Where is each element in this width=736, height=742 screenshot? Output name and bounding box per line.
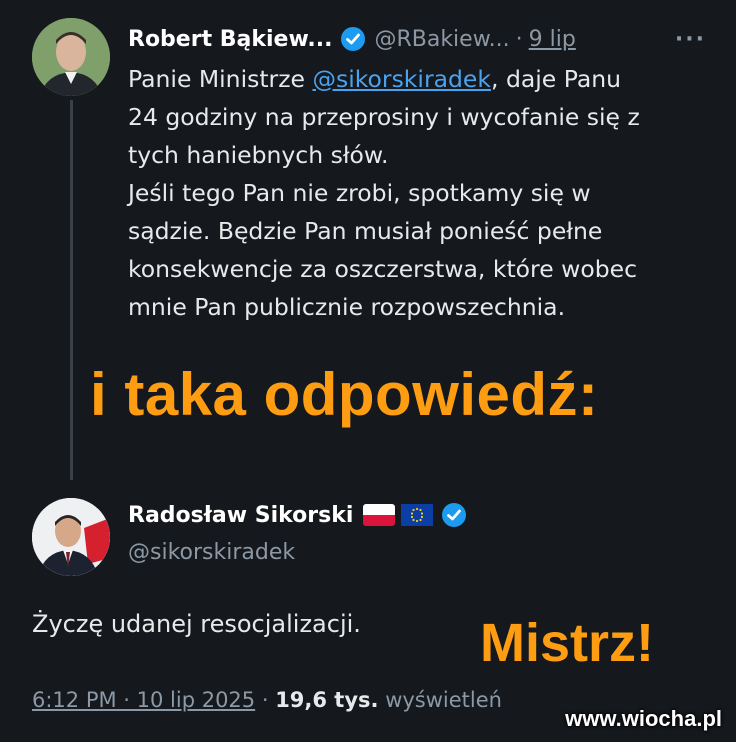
overlay-caption: i taka odpowiedź: (90, 361, 599, 428)
tweet2-text: Życzę udanej resocjalizacji. (32, 610, 361, 638)
tweet2-handle[interactable]: @sikorskiradek (128, 540, 295, 565)
meta-separator: · (255, 688, 276, 712)
views-label: wyświetleń (378, 688, 502, 712)
tweet1-text: Panie Ministrze @sikorskiradek, daje Pan… (128, 60, 718, 326)
mention-link[interactable]: @sikorskiradek (312, 65, 491, 93)
tweet2-author-name[interactable]: Radosław Sikorski (128, 503, 353, 528)
views-count: 19,6 tys. (275, 688, 379, 712)
tweet1-date[interactable]: 9 lip (529, 27, 576, 52)
avatar-sikorski[interactable] (32, 498, 110, 576)
tweet1-text-prefix: Panie Ministrze (128, 65, 313, 93)
verified-badge-icon (340, 26, 366, 52)
verified-badge-icon (441, 502, 467, 528)
tweet1-handle[interactable]: @RBakiew... (374, 27, 509, 52)
watermark: www.wiocha.pl (565, 706, 722, 731)
thread-connector-line (70, 100, 73, 480)
tweet1-header: Robert Bąkiew... @RBakiew... · 9 lip ··· (128, 22, 706, 56)
tweet1-text-rest: , daje Panu 24 godziny na przeprosiny i … (128, 65, 640, 321)
tweet2-header: Radosław Sikorski (128, 502, 475, 528)
tweet2-timestamp[interactable]: 6:12 PM · 10 lip 2025 (32, 688, 255, 712)
overlay-mistrz: Mistrz! (480, 613, 654, 673)
tweet1-author-name[interactable]: Robert Bąkiew... (128, 27, 332, 52)
separator: · (515, 26, 523, 52)
more-icon[interactable]: ··· (675, 27, 706, 52)
tweet2-meta: 6:12 PM · 10 lip 2025 · 19,6 tys. wyświe… (32, 688, 502, 712)
poland-flag-icon (363, 504, 396, 526)
avatar-robert[interactable] (32, 18, 110, 96)
eu-flag-icon (401, 504, 434, 526)
